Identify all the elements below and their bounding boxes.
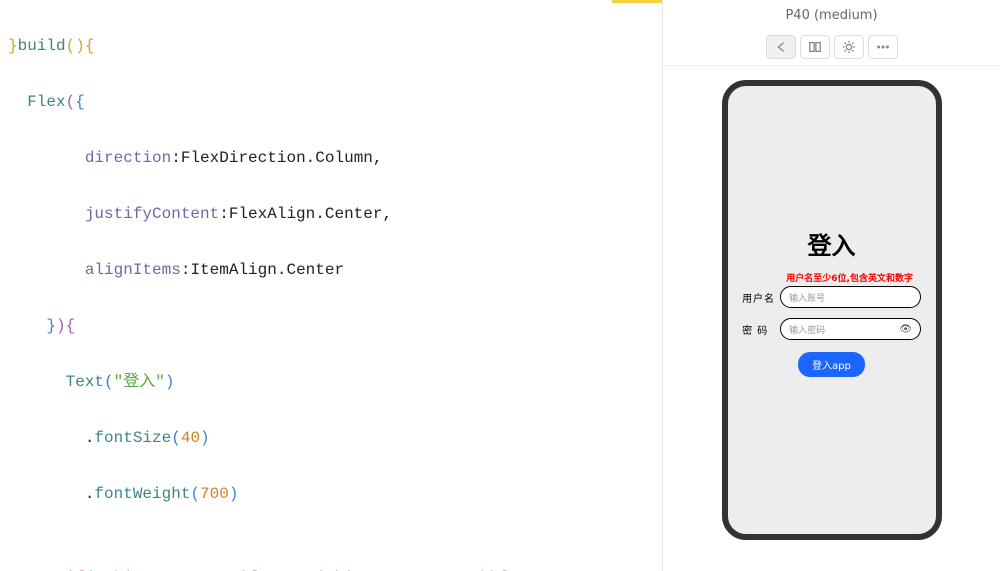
more-button[interactable] xyxy=(868,35,898,59)
preview-header: P40 (medium) xyxy=(663,8,1000,66)
phone-frame: 登入 pad 用户名至少6位,包含英文和数字 用户名 输入账号 密 码 输入密码… xyxy=(722,80,942,540)
phone-screen: 登入 pad 用户名至少6位,包含英文和数字 用户名 输入账号 密 码 输入密码… xyxy=(728,86,936,534)
validation-hint: 用户名至少6位,包含英文和数字 xyxy=(786,271,913,284)
layout-icon xyxy=(808,40,822,54)
login-button[interactable]: 登入app xyxy=(798,352,865,377)
login-title: 登入 xyxy=(808,226,856,261)
theme-button[interactable] xyxy=(834,35,864,59)
password-label: 密 码 xyxy=(742,322,776,337)
username-input[interactable]: 输入账号 xyxy=(780,286,921,308)
preview-toolbar xyxy=(663,29,1000,66)
password-input[interactable]: 输入密码 👁 xyxy=(780,318,921,340)
editor-top-marker xyxy=(612,0,662,3)
password-row: 密 码 输入密码 👁 xyxy=(742,318,921,340)
preview-pane: P40 (medium) 登入 pad 用户名至少6位,包含英文和数字 xyxy=(662,0,1000,571)
username-row: 用户名 输入账号 xyxy=(742,286,921,308)
more-icon xyxy=(876,40,890,54)
back-icon xyxy=(774,40,788,54)
code-editor[interactable]: }build(){ Flex({ direction:FlexDirection… xyxy=(0,0,662,571)
hint-row: pad 用户名至少6位,包含英文和数字 xyxy=(748,271,914,284)
sun-icon xyxy=(842,40,856,54)
username-label: 用户名 xyxy=(742,290,776,305)
layout-button[interactable] xyxy=(800,35,830,59)
eye-icon[interactable]: 👁 xyxy=(899,324,912,335)
back-button[interactable] xyxy=(766,35,796,59)
device-label: P40 (medium) xyxy=(785,8,877,23)
